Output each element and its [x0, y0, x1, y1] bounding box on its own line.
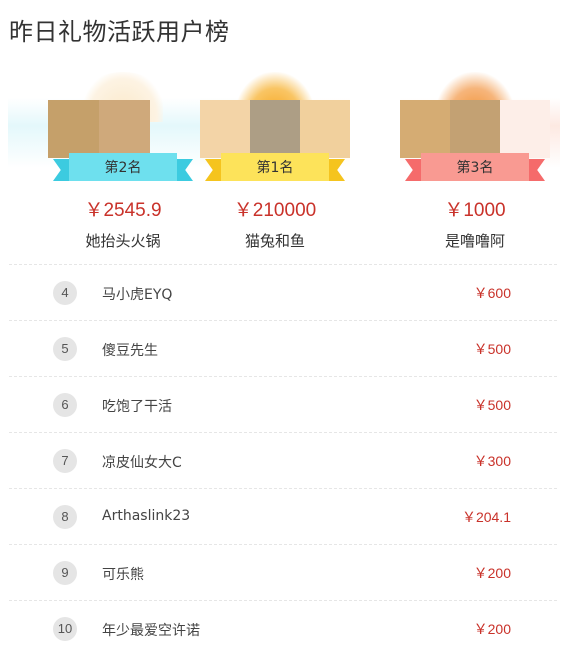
- user-name[interactable]: 她抬头火锅: [48, 230, 198, 251]
- list-item[interactable]: 6 吃饱了干活 ￥500: [9, 376, 557, 432]
- gift-amount: ￥200: [473, 565, 511, 581]
- rank-label: 第2名: [69, 153, 177, 181]
- list-item[interactable]: 5 傻豆先生 ￥500: [9, 320, 557, 376]
- list-item[interactable]: 10 年少最爱空许诺 ￥200: [9, 600, 557, 656]
- rank-ribbon: 第2名: [53, 153, 193, 183]
- avatar-block: [400, 100, 450, 158]
- user-name[interactable]: 马小虎EYQ: [102, 284, 172, 304]
- user-name[interactable]: 吃饱了干活: [102, 396, 172, 416]
- user-name[interactable]: 凉皮仙女大C: [102, 452, 182, 472]
- gift-amount: ￥500: [473, 341, 511, 357]
- avatar-block: [300, 100, 350, 158]
- rank-ribbon: 第3名: [405, 153, 545, 183]
- list-item[interactable]: 8 Arthaslink23 ￥204.1: [9, 488, 557, 544]
- gift-amount: ￥204.1: [461, 509, 511, 525]
- rank-number-badge: 5: [53, 337, 77, 361]
- rank-number-badge: 8: [53, 505, 77, 529]
- list-item[interactable]: 4 马小虎EYQ ￥600: [9, 264, 557, 320]
- avatar[interactable]: [200, 100, 350, 158]
- user-name[interactable]: 猫兔和鱼: [200, 230, 350, 251]
- list-item[interactable]: 7 凉皮仙女大C ￥300: [9, 432, 557, 488]
- page-title: 昨日礼物活跃用户榜: [9, 18, 230, 46]
- user-name[interactable]: 年少最爱空许诺: [102, 620, 200, 640]
- gift-amount: ￥2545.9: [84, 200, 162, 221]
- gift-amount: ￥210000: [233, 200, 317, 221]
- gift-amount: ￥200: [473, 621, 511, 637]
- user-name[interactable]: 可乐熊: [102, 564, 144, 584]
- rank-label: 第1名: [221, 153, 329, 181]
- avatar[interactable]: [400, 100, 550, 158]
- avatar-block: [250, 100, 300, 158]
- list-item[interactable]: 9 可乐熊 ￥200: [9, 544, 557, 600]
- rank-number-badge: 7: [53, 449, 77, 473]
- rank-number-badge: 6: [53, 393, 77, 417]
- ranking-list: 4 马小虎EYQ ￥600 5 傻豆先生 ￥500 6 吃饱了干活 ￥500 7…: [9, 264, 557, 656]
- avatar-block: [500, 100, 550, 158]
- avatar-block: [450, 100, 500, 158]
- top-three-podium: 第2名 ￥2545.9 她抬头火锅 第1名 ￥210000 猫兔和鱼 第3名 ￥…: [0, 60, 569, 260]
- rank-number-badge: 9: [53, 561, 77, 585]
- gift-amount: ￥600: [473, 285, 511, 301]
- rank-label: 第3名: [421, 153, 529, 181]
- user-name[interactable]: 是噜噜阿: [400, 230, 550, 251]
- rank-number-badge: 4: [53, 281, 77, 305]
- user-name[interactable]: Arthaslink23: [102, 508, 190, 524]
- user-name[interactable]: 傻豆先生: [102, 340, 158, 360]
- gift-amount: ￥300: [473, 453, 511, 469]
- rank-number-badge: 10: [53, 617, 77, 641]
- gift-amount: ￥1000: [444, 200, 506, 221]
- avatar-block: [200, 100, 250, 158]
- avatar[interactable]: [48, 100, 150, 158]
- avatar-block: [48, 100, 99, 158]
- rank-ribbon: 第1名: [205, 153, 345, 183]
- gift-amount: ￥500: [473, 397, 511, 413]
- avatar-block: [99, 100, 150, 158]
